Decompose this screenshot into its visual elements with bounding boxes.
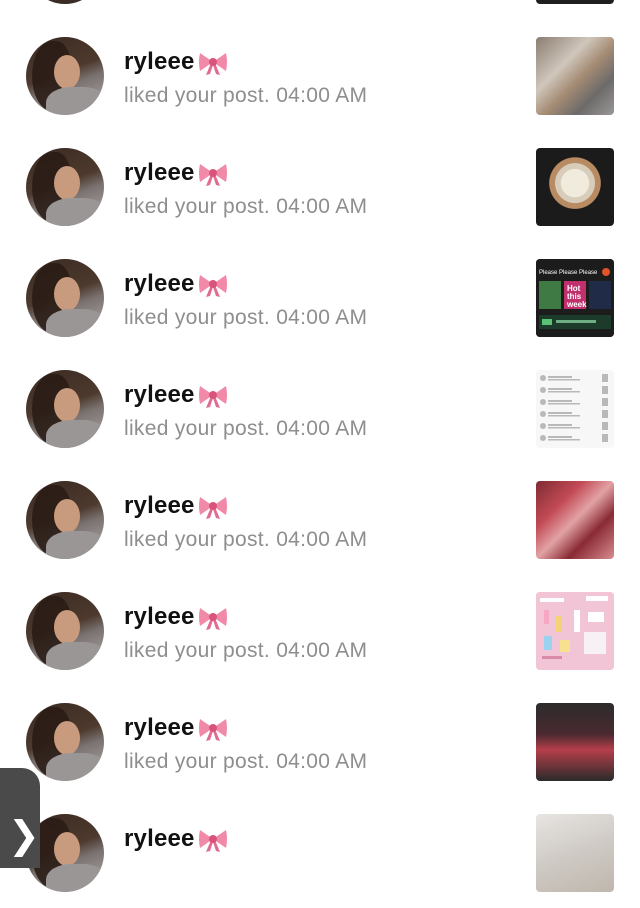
notification-row[interactable]: ryleee liked your post. 04:00 AM Please …: [0, 243, 640, 353]
avatar[interactable]: [26, 148, 104, 226]
pink-bow-icon: [198, 607, 227, 630]
activity-text: liked your post. 04:00 AM: [124, 750, 368, 773]
activity-text: liked your post. 04:00 AM: [124, 417, 368, 440]
avatar[interactable]: [26, 703, 104, 781]
avatar[interactable]: [26, 259, 104, 337]
product-thumbnail-art: [536, 592, 614, 670]
username[interactable]: ryleee: [124, 159, 229, 187]
pink-bow-icon: [198, 52, 227, 75]
timestamp: 04:00 AM: [276, 195, 368, 218]
notification-row[interactable]: ryleee: [0, 798, 640, 908]
username[interactable]: ryleee: [124, 492, 229, 520]
svg-text:week: week: [566, 300, 587, 309]
post-thumbnail[interactable]: [536, 370, 614, 448]
timestamp: 04:00 AM: [276, 306, 368, 329]
screenshot-thumbnail-art: [536, 370, 614, 448]
timestamp: 04:00 AM: [276, 528, 368, 551]
playlist-thumbnail-art: Please Please Please Hot this week: [536, 259, 614, 337]
username[interactable]: ryleee: [124, 270, 229, 298]
username[interactable]: ryleee: [124, 381, 229, 409]
post-thumbnail[interactable]: [536, 148, 614, 226]
username[interactable]: ryleee: [124, 714, 229, 742]
username[interactable]: ryleee: [124, 603, 229, 631]
activity-text: liked your post. 04:00 AM: [124, 528, 368, 551]
post-thumbnail[interactable]: [536, 0, 614, 4]
avatar[interactable]: [26, 370, 104, 448]
pink-bow-icon: [198, 496, 227, 519]
post-thumbnail[interactable]: [536, 37, 614, 115]
notification-row[interactable]: ryleee liked your post. 04:00 AM: [0, 132, 640, 242]
notification-row[interactable]: ryleee liked your post. 04:00 AM: [0, 576, 640, 686]
notification-row[interactable]: ryleee liked your post. 04:00 AM: [0, 21, 640, 131]
username[interactable]: ryleee: [124, 48, 229, 76]
avatar[interactable]: [26, 37, 104, 115]
post-thumbnail[interactable]: [536, 814, 614, 892]
notification-row[interactable]: ryleee liked your post. 04:00 AM: [0, 465, 640, 575]
post-thumbnail[interactable]: [536, 703, 614, 781]
post-thumbnail[interactable]: [536, 481, 614, 559]
pink-bow-icon: [198, 274, 227, 297]
avatar[interactable]: [26, 592, 104, 670]
avatar[interactable]: [26, 0, 104, 4]
activity-text: liked your post. 04:00 AM: [124, 639, 368, 662]
avatar[interactable]: [26, 481, 104, 559]
activity-text: liked your post. 04:00 AM: [124, 306, 368, 329]
notification-row[interactable]: ryleee liked your post. 04:00 AM: [0, 354, 640, 464]
activity-list: ryleee liked your post. 04:00 AM ryleee …: [0, 0, 640, 892]
timestamp: 04:00 AM: [276, 417, 368, 440]
username[interactable]: ryleee: [124, 825, 229, 853]
pink-bow-icon: [198, 163, 227, 186]
pink-bow-icon: [198, 718, 227, 741]
svg-text:Please Please Please: Please Please Please: [539, 270, 598, 276]
timestamp: 04:00 AM: [276, 639, 368, 662]
timestamp: 04:00 AM: [276, 750, 368, 773]
timestamp: 04:00 AM: [276, 84, 368, 107]
post-thumbnail[interactable]: [536, 592, 614, 670]
activity-text: liked your post. 04:00 AM: [124, 84, 368, 107]
chevron-right-icon[interactable]: ❯: [8, 816, 40, 854]
pink-bow-icon: [198, 829, 227, 852]
pink-bow-icon: [198, 385, 227, 408]
activity-text: liked your post. 04:00 AM: [124, 195, 368, 218]
notification-row[interactable]: ryleee liked your post. 04:00 AM: [0, 687, 640, 797]
post-thumbnail[interactable]: Please Please Please Hot this week: [536, 259, 614, 337]
